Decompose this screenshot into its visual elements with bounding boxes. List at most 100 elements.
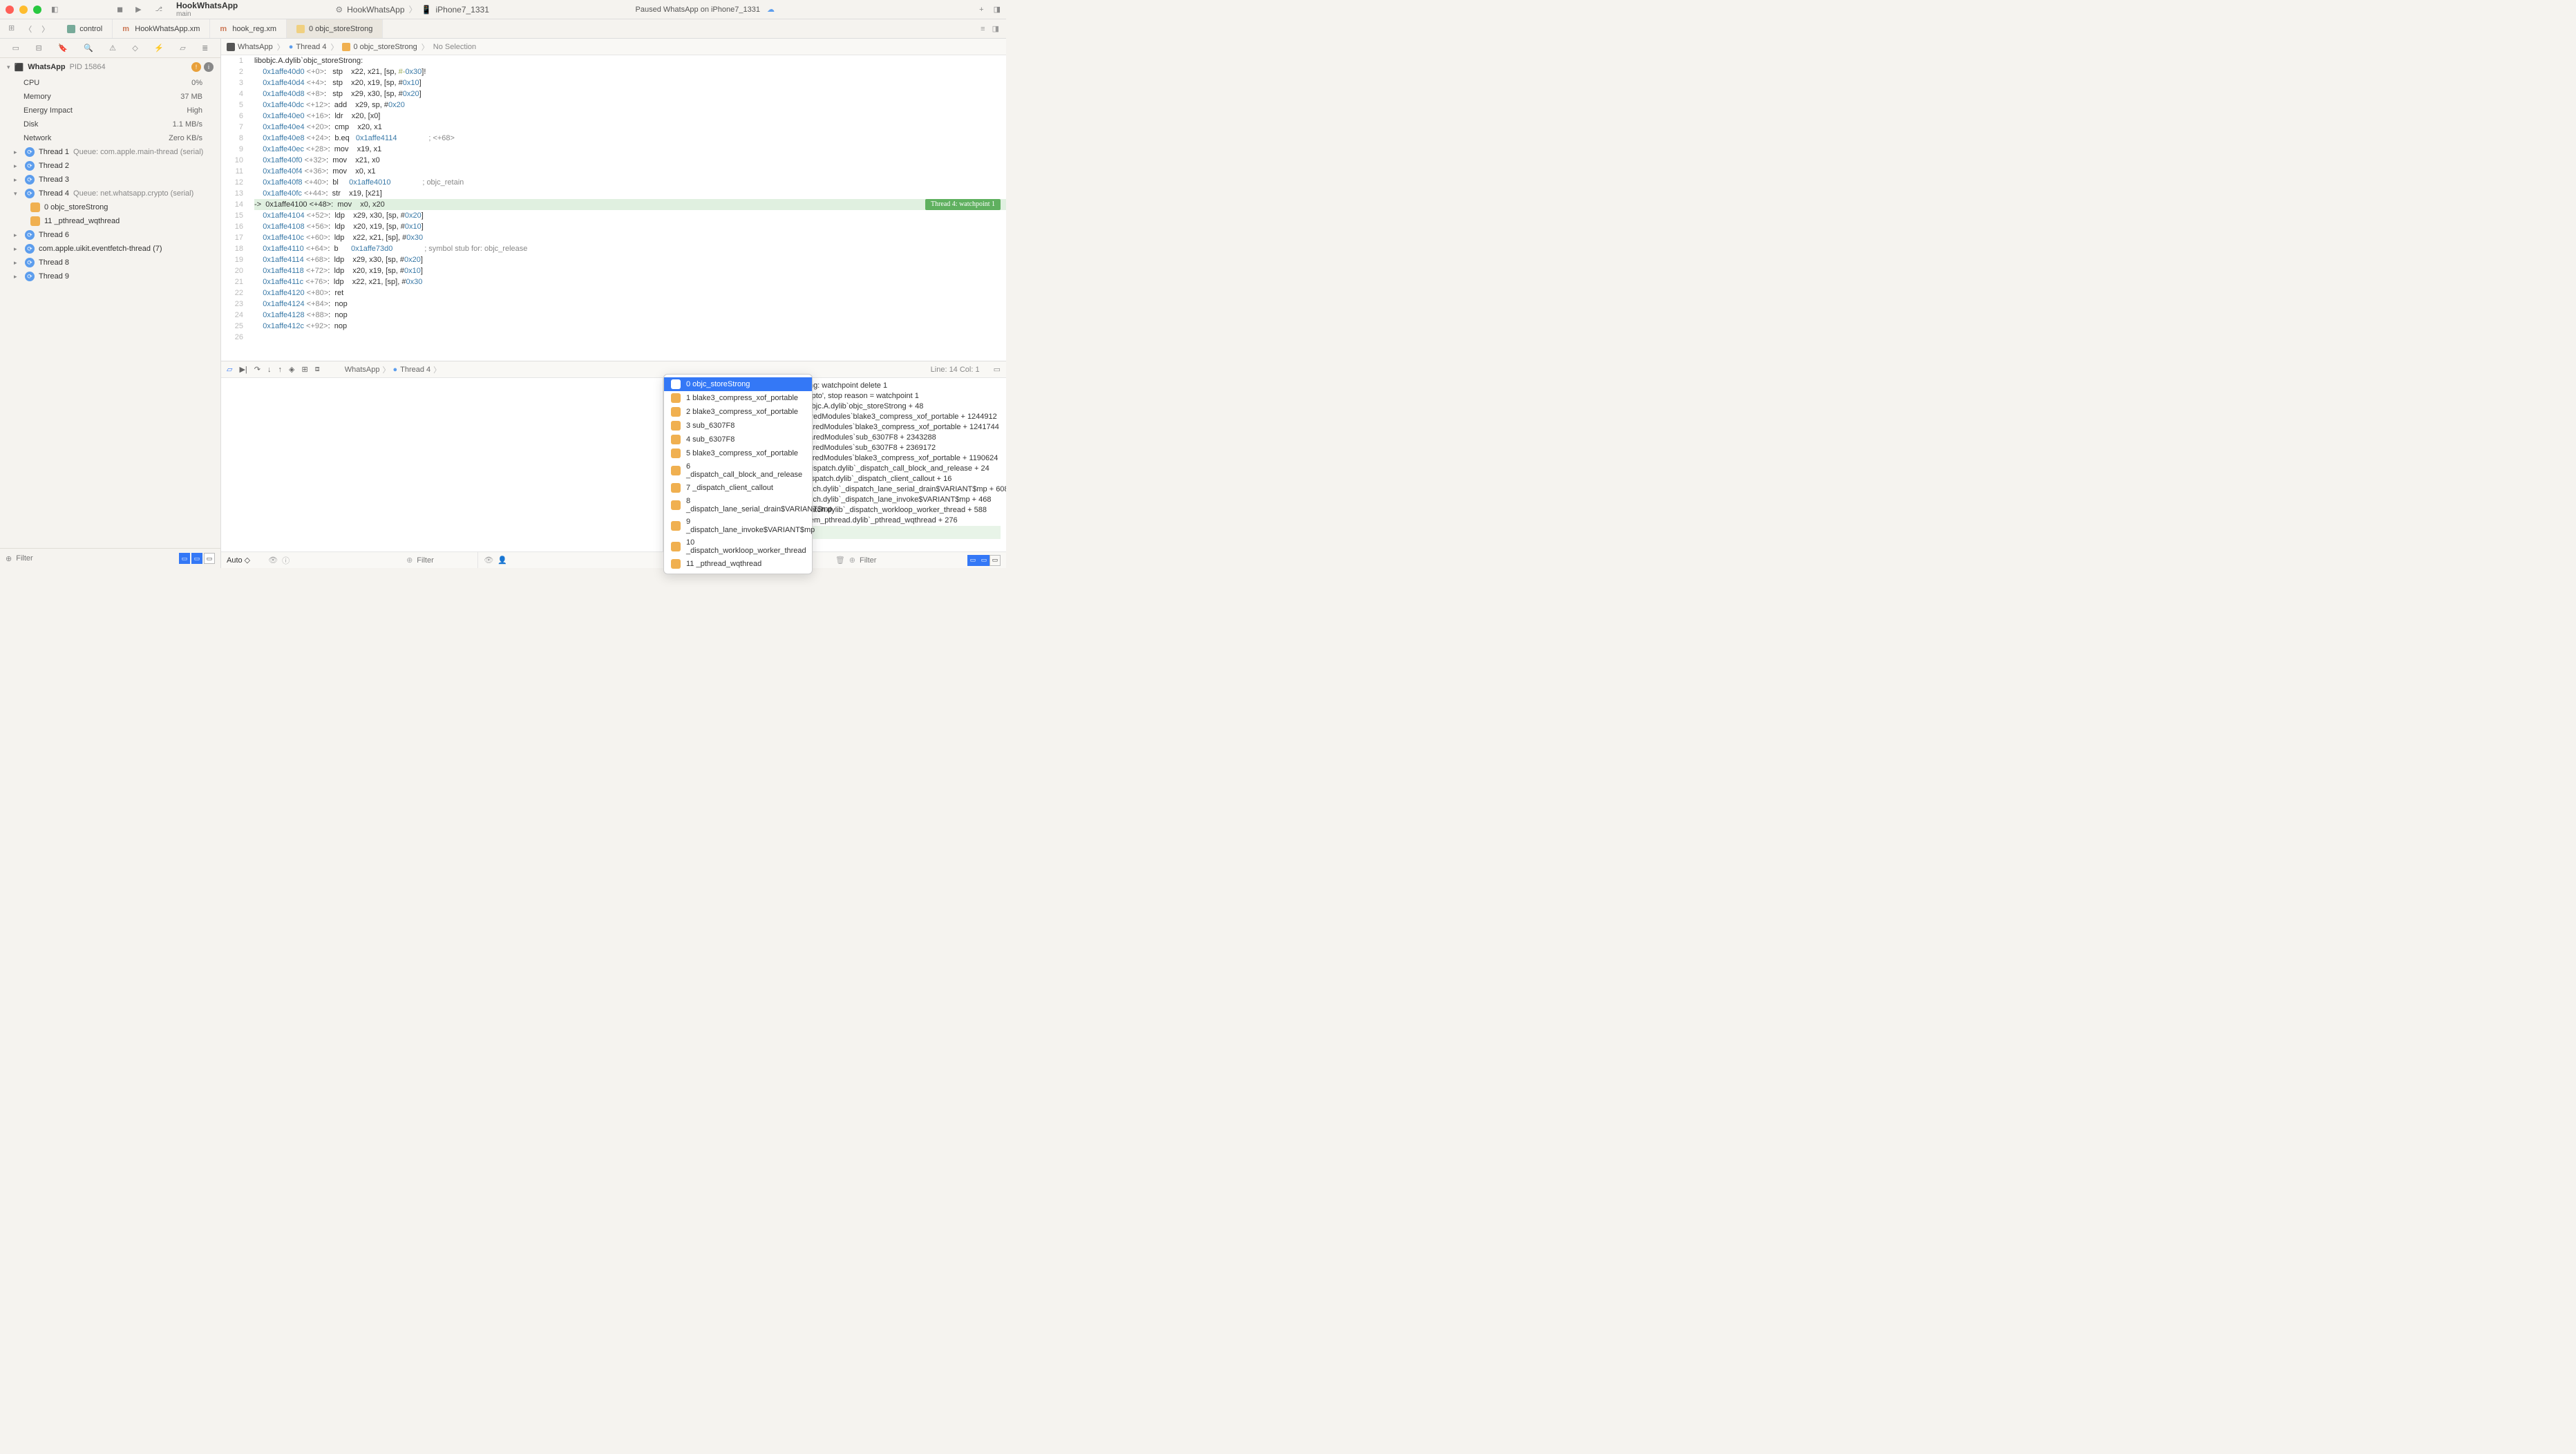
warning-badge[interactable]: ! [191,62,201,72]
vars-filter-icon[interactable]: ⊕ [406,556,413,565]
sidebar-toggle-icon[interactable]: ◧ [51,5,58,14]
view-mode-1[interactable]: ▭ [179,553,190,564]
device-icon: 📱 [422,5,432,15]
metric-disk[interactable]: Disk1.1 MB/s [0,117,220,131]
assistant-toggle-icon[interactable]: ◨ [992,24,999,33]
stack-popup-item[interactable]: 6 _dispatch_call_block_and_release [664,460,812,481]
scheme-name[interactable]: HookWhatsApp [347,5,404,15]
thread-row[interactable]: ▸⟳Thread 8 [0,256,220,270]
thread-row[interactable]: ▸⟳com.apple.uikit.eventfetch-thread (7) [0,242,220,256]
destination[interactable]: iPhone7_1331 [435,5,489,15]
cloud-icon[interactable]: ☁ [767,5,775,14]
vars-info-icon[interactable]: ⓘ [282,555,290,566]
metric-energy-impact[interactable]: Energy ImpactHigh [0,104,220,117]
tab-HookWhatsApp-xm[interactable]: mHookWhatsApp.xm [113,19,210,38]
process-row[interactable]: ▾ ⬛ WhatsApp PID 15864 ! i [0,58,220,76]
tab-bar: ⊞ 〈 〉 controlmHookWhatsApp.xmmhook_reg.x… [0,19,1006,39]
related-items-icon[interactable]: ⊞ [8,23,15,35]
jump-frame[interactable]: 0 objc_storeStrong [353,43,417,51]
console-eye-icon[interactable]: 👁 [484,556,493,565]
bookmark-nav-icon[interactable]: 🔖 [55,42,70,54]
filter-scope-icon[interactable]: ⊕ [6,554,12,563]
editor-options-icon[interactable]: ▭ [994,365,1001,374]
stack-popup-item[interactable]: 7 _dispatch_client_callout [664,481,812,495]
jump-process[interactable]: WhatsApp [238,43,273,51]
metric-network[interactable]: NetworkZero KB/s [0,131,220,145]
console-filter-icon[interactable]: ⊕ [849,556,855,565]
close-window[interactable] [6,6,14,14]
info-badge[interactable]: i [204,62,214,72]
stack-popup-item[interactable]: 8 _dispatch_lane_serial_drain$VARIANT$mp [664,495,812,516]
stack-frame[interactable]: 0 objc_storeStrong [0,200,220,214]
stack-popup-item[interactable]: 1 blake3_compress_xof_portable [664,391,812,405]
stack-popup-item[interactable]: 3 sub_6307F8 [664,419,812,433]
stack-popup-item[interactable]: 4 sub_6307F8 [664,433,812,446]
minimap-toggle-icon[interactable]: ≡ [981,25,985,33]
branch-name[interactable]: main [176,10,238,18]
breakpoints-icon[interactable]: ▱ [227,365,232,374]
panels-toggle[interactable]: ◨ [994,5,1001,14]
zoom-window[interactable] [33,6,41,14]
project-title[interactable]: HookWhatsApp [176,1,238,10]
debug-nav-icon[interactable]: ⚡ [151,42,167,54]
debug-memory-icon[interactable]: ⊞ [301,365,307,374]
minimize-window[interactable] [19,6,28,14]
show-console-toggle[interactable]: ▭ [978,555,989,566]
stack-popup-item[interactable]: 0 objc_storeStrong [664,377,812,391]
show-vars-toggle[interactable]: ▭ [967,555,978,566]
project-nav-icon[interactable]: ▭ [10,42,22,54]
nav-forward-icon[interactable]: 〉 [41,23,49,35]
thread-row[interactable]: ▾⟳Thread 4 Queue: net.whatsapp.crypto (s… [0,187,220,200]
show-both-toggle[interactable]: ▭ [989,555,1001,566]
metric-cpu[interactable]: CPU0% [0,76,220,90]
code-editor[interactable]: 1234567891011121314151617181920212223242… [221,55,1006,361]
jump-thread[interactable]: Thread 4 [296,43,326,51]
view-mode-2[interactable]: ▭ [191,553,202,564]
tab-control[interactable]: control [57,19,113,38]
jump-selection[interactable]: No Selection [433,43,476,51]
issue-nav-icon[interactable]: ⚠ [106,42,119,54]
debug-view-icon[interactable]: ◈ [289,365,294,374]
add-button[interactable]: + [979,6,983,14]
variables-pane[interactable] [221,378,663,551]
stack-popup-item[interactable]: 2 blake3_compress_xof_portable [664,405,812,419]
vars-view-mode[interactable]: Auto ◇ [227,556,250,565]
run-button[interactable]: ▶ [135,5,141,14]
thread-row[interactable]: ▸⟳Thread 9 [0,270,220,283]
vars-filter-input[interactable] [417,556,472,565]
console-trash-icon[interactable]: 🗑 [835,556,845,565]
thread-row[interactable]: ▸⟳Thread 1 Queue: com.apple.main-thread … [0,145,220,159]
thread-row[interactable]: ▸⟳Thread 2 [0,159,220,173]
stack-popup-item[interactable]: 9 _dispatch_lane_invoke$VARIANT$mp [664,516,812,536]
dbg-thread[interactable]: Thread 4 [400,366,430,374]
navigator-tabs: ▭ ⊟ 🔖 🔍 ⚠ ◇ ⚡ ▱ ≣ [0,39,220,58]
report-nav-icon[interactable]: ≣ [199,42,211,54]
test-nav-icon[interactable]: ◇ [129,42,140,54]
stack-popup-item[interactable]: 5 blake3_compress_xof_portable [664,446,812,460]
breakpoint-nav-icon[interactable]: ▱ [177,42,188,54]
source-nav-icon[interactable]: ⊟ [32,42,44,54]
step-out-icon[interactable]: ↑ [278,366,283,374]
tab-hook_reg-xm[interactable]: mhook_reg.xm [210,19,287,38]
find-nav-icon[interactable]: 🔍 [81,42,96,54]
cursor-position: Line: 14 Col: 1 [931,366,980,374]
tab-0-objc_storeStrong[interactable]: 0 objc_storeStrong [287,19,383,38]
console-filter-input[interactable] [860,556,956,565]
vars-eye-icon[interactable]: 👁 [268,556,278,565]
navigator-filter-input[interactable] [16,554,175,563]
stack-frame[interactable]: 11 _pthread_wqthread [0,214,220,228]
step-over-icon[interactable]: ↷ [254,365,261,374]
view-mode-3[interactable]: ▭ [204,553,215,564]
continue-icon[interactable]: ▶| [239,365,247,374]
stack-popup-item[interactable]: 11 _pthread_wqthread [664,557,812,571]
stack-popup-item[interactable]: 10 _dispatch_workloop_worker_thread [664,536,812,557]
step-into-icon[interactable]: ↓ [267,366,272,374]
stop-button[interactable]: ◼ [117,5,123,14]
metric-memory[interactable]: Memory37 MB [0,90,220,104]
nav-back-icon[interactable]: 〈 [24,23,32,35]
console-person-icon[interactable]: 👤 [498,556,507,565]
thread-row[interactable]: ▸⟳Thread 3 [0,173,220,187]
thread-row[interactable]: ▸⟳Thread 6 [0,228,220,242]
dbg-process[interactable]: WhatsApp [345,366,380,374]
debug-3d-icon[interactable]: ⧈ [315,365,320,374]
